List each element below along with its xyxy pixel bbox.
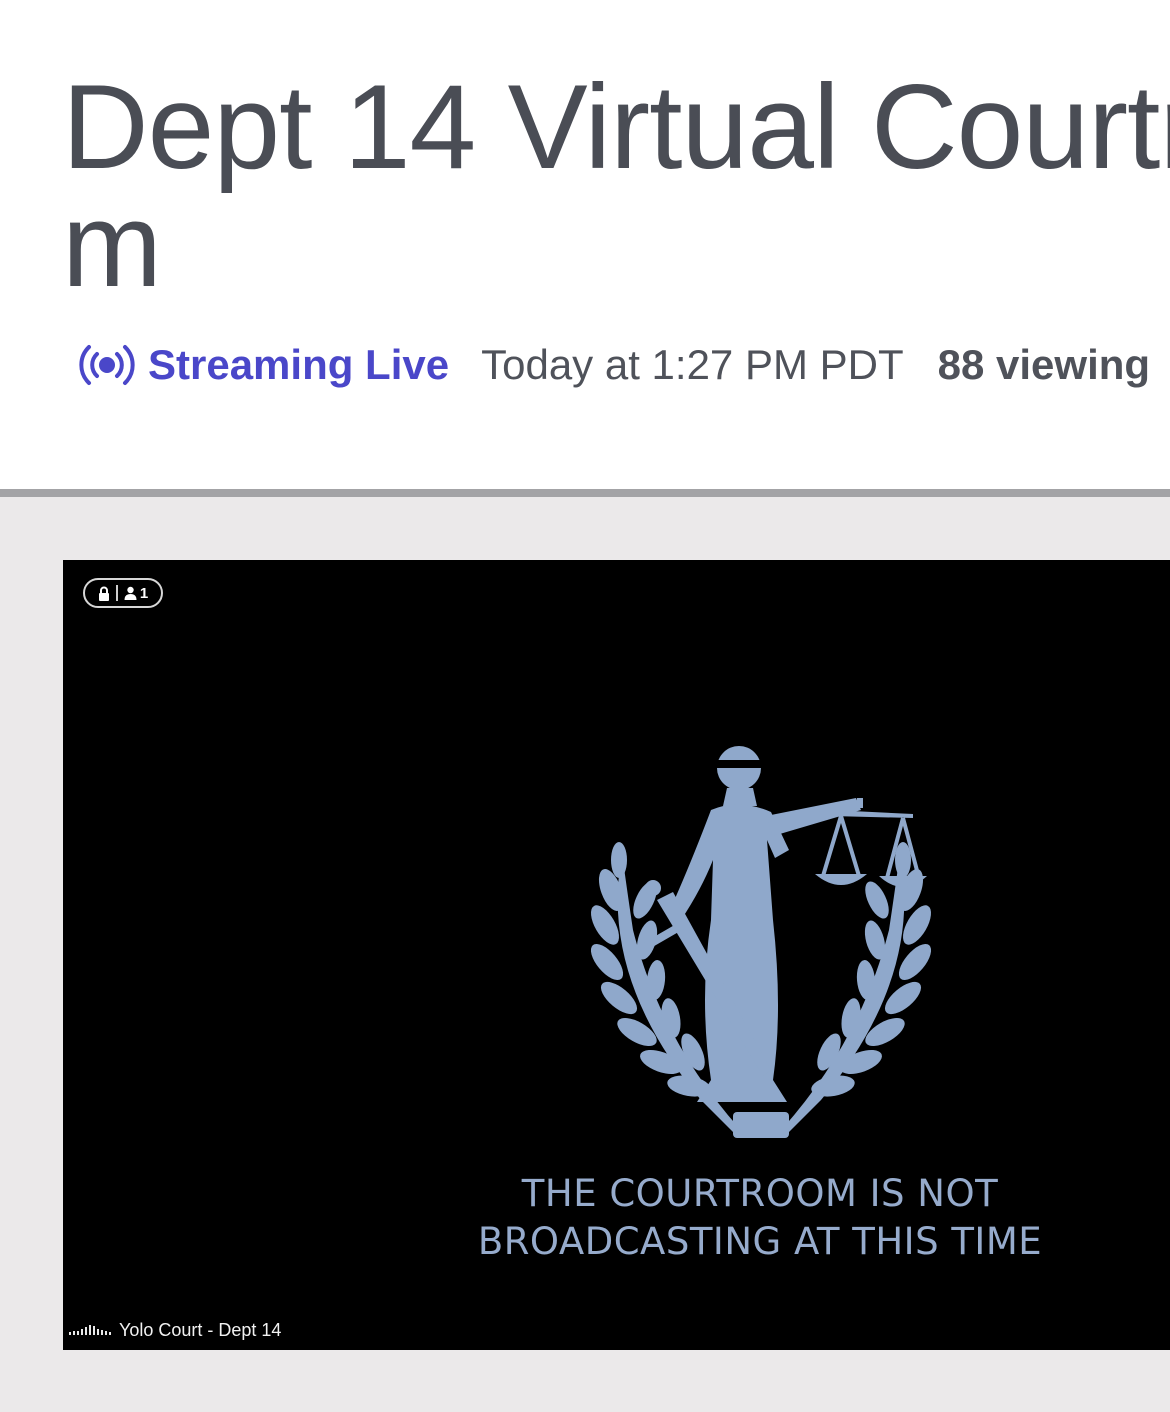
streaming-live-label: Streaming Live: [148, 341, 450, 388]
header-divider: [0, 489, 1170, 497]
page-title-line2: m: [62, 178, 162, 312]
lady-justice-emblem: [590, 746, 932, 1138]
page-header: Dept 14 Virtual Courtro m Streaming Live…: [0, 0, 1170, 489]
room-info-badge: 1: [83, 578, 163, 608]
stream-name: Yolo Court - Dept 14: [119, 1319, 282, 1340]
video-stage: 1 THE COURTROOM IS NOT BROADCASTING AT T…: [0, 497, 1170, 1412]
page-title-line1: Dept 14 Virtual Courtro: [62, 60, 1170, 194]
lock-icon: [98, 586, 109, 601]
person-icon: [124, 586, 137, 600]
viewer-count: 88 viewing: [937, 341, 1151, 388]
broadcast-icon: [79, 345, 135, 385]
page-title: Dept 14 Virtual Courtro m: [62, 67, 1170, 312]
video-player[interactable]: 1 THE COURTROOM IS NOT BROADCASTING AT T…: [63, 560, 1170, 1350]
participant-count: 1: [139, 584, 149, 602]
offline-message: THE COURTROOM IS NOT BROADCASTING AT THI…: [393, 1170, 1127, 1266]
stream-meta: Streaming Live Today at 1:27 PM PDT 88 v…: [76, 340, 1150, 390]
audio-level-icon: [69, 1325, 111, 1335]
offline-message-line2: BROADCASTING AT THIS TIME: [477, 1220, 1043, 1263]
stream-time: Today at 1:27 PM PDT: [481, 341, 904, 388]
offline-message-line1: THE COURTROOM IS NOT: [521, 1172, 999, 1215]
stream-caption: Yolo Court - Dept 14: [69, 1318, 281, 1342]
badge-divider: [115, 585, 118, 601]
